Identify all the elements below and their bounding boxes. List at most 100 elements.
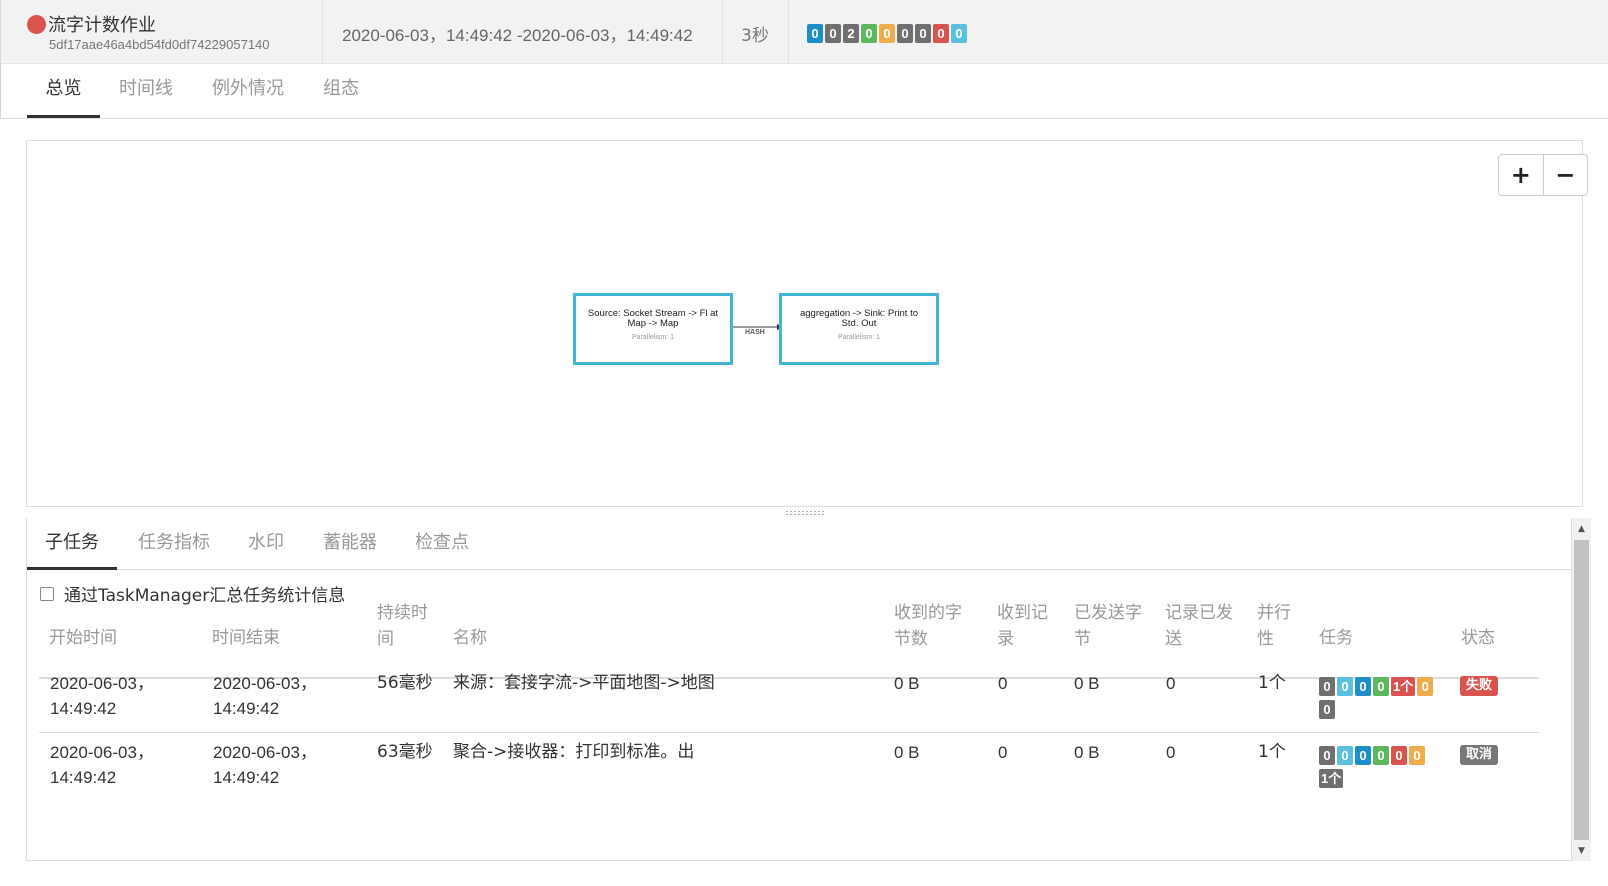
row1-status-badge: 失败 <box>1460 676 1499 696</box>
job-task-count-badge: 0 <box>807 24 823 43</box>
col-records-received: 收到记 录 <box>997 600 1048 652</box>
subtask-count-badge: 0 <box>1417 677 1434 696</box>
row2-end-date: 2020-06-03， <box>213 743 317 762</box>
col-parallelism: 并行 性 <box>1257 600 1291 652</box>
job-task-counts: 002000000 <box>807 24 967 43</box>
job-task-count-badge: 0 <box>951 24 967 43</box>
graph-node-aggregation[interactable]: aggregation -> Sink: Print to Std. Out P… <box>779 293 939 365</box>
job-name-cell: 流字计数作业 5df17aae46a4bd54fd0df74229057140 <box>1 0 323 64</box>
job-status-dot <box>27 15 46 34</box>
job-task-count-badge: 0 <box>825 24 841 43</box>
vertex-detail-panel: 子任务 任务指标 水印 蓄能器 检查点 通过TaskManager汇总任务统计信… <box>26 518 1573 861</box>
col-bytes-sent-line2: 节 <box>1074 629 1091 649</box>
col-bytes-received-line2: 节数 <box>894 629 928 649</box>
node-title: Source: Socket Stream -> Fl at Map -> Ma… <box>587 308 719 329</box>
col-duration-line2: 间 <box>377 629 394 649</box>
row1-start: 2020-06-03， 14:49:42 <box>50 671 154 721</box>
node-parallelism: Parallelism: 1 <box>631 334 674 341</box>
row1-start-time: 14:49:42 <box>50 699 117 718</box>
subtask-count-badge: 0 <box>1319 677 1335 696</box>
job-counts-cell: 002000000 <box>789 0 1608 64</box>
tab-accumulators[interactable]: 蓄能器 <box>315 518 385 570</box>
col-duration: 持续时 间 <box>377 600 428 652</box>
col-start-time: 开始时间 <box>49 628 117 648</box>
col-tasks: 任务 <box>1319 628 1353 648</box>
col-bytes-sent: 已发送字 节 <box>1074 600 1142 652</box>
row2-bytes-received: 0 B <box>894 743 920 762</box>
col-records-received-line2: 录 <box>997 629 1014 649</box>
col-duration-line1: 持续时 <box>377 603 428 623</box>
row1-task-counts: 0 0 0 0 1个 0 0 <box>1319 677 1439 719</box>
row2-end: 2020-06-03， 14:49:42 <box>213 740 317 790</box>
aggregate-checkbox[interactable] <box>40 586 54 601</box>
row2-bytes-sent: 0 B <box>1074 743 1100 762</box>
subtask-count-badge: 1个 <box>1319 769 1344 788</box>
job-duration: 3秒 <box>741 26 769 46</box>
col-records-received-line1: 收到记 <box>997 603 1048 623</box>
tab-task-metrics[interactable]: 任务指标 <box>131 518 217 570</box>
graph-node-source[interactable]: Source: Socket Stream -> Fl at Map -> Ma… <box>573 293 733 365</box>
job-task-count-badge: 2 <box>843 24 859 43</box>
col-bytes-sent-line1: 已发送字 <box>1074 603 1142 623</box>
row2-status-badge: 取消 <box>1460 745 1499 765</box>
scroll-thumb[interactable] <box>1574 540 1589 840</box>
tab-configuration[interactable]: 组态 <box>313 64 369 118</box>
col-bytes-received-line1: 收到的字 <box>894 603 962 623</box>
subtask-count-badge: 0 <box>1355 677 1371 696</box>
subtask-count-badge: 0 <box>1319 746 1335 765</box>
job-task-count-badge: 0 <box>915 24 931 43</box>
col-parallelism-line2: 性 <box>1257 629 1274 649</box>
col-status: 状态 <box>1461 628 1495 648</box>
row2-task-counts: 0 0 0 0 0 0 1个 <box>1319 746 1439 788</box>
node-title: aggregation -> Sink: Print to Std. Out <box>799 308 919 329</box>
subtask-count-badge: 0 <box>1337 677 1353 696</box>
row2-start-date: 2020-06-03， <box>50 743 154 762</box>
subtask-count-badge: 1个 <box>1391 677 1416 696</box>
row1-end-time: 14:49:42 <box>213 699 280 718</box>
tab-exceptions[interactable]: 例外情况 <box>201 64 295 118</box>
col-end-time: 时间结束 <box>212 628 280 648</box>
job-graph[interactable]: + − Source: Socket Stream -> Fl at Map -… <box>26 140 1588 507</box>
row2-records-sent: 0 <box>1166 743 1176 762</box>
subtask-count-badge: 0 <box>1319 700 1335 719</box>
detail-tabs: 子任务 任务指标 水印 蓄能器 检查点 <box>27 518 1573 570</box>
job-time-range: 2020-06-03，14:49:42 -2020-06-03，14:49:42 <box>342 26 693 45</box>
job-task-count-badge: 0 <box>933 24 949 43</box>
graph-edge-label: HASH <box>745 329 765 336</box>
zoom-out-button[interactable]: − <box>1542 155 1588 195</box>
row2-records-received: 0 <box>998 743 1008 762</box>
row2-start-time: 14:49:42 <box>50 768 117 787</box>
row2-name[interactable]: 聚合->接收器：打印到标准。出 <box>453 740 694 765</box>
row1-name[interactable]: 来源：套接字流->平面地图->地图 <box>453 671 715 696</box>
tab-overview[interactable]: 总览 <box>27 64 100 118</box>
job-task-count-badge: 0 <box>897 24 913 43</box>
col-records-sent-line2: 送 <box>1165 629 1182 649</box>
row1-parallelism: 1个 <box>1258 673 1286 693</box>
row1-records-sent: 0 <box>1166 674 1176 693</box>
scroll-down-arrow-icon[interactable]: ▼ <box>1572 842 1591 859</box>
node-parallelism: Parallelism: 1 <box>837 334 880 341</box>
row1-records-received: 0 <box>998 674 1008 693</box>
row1-end: 2020-06-03， 14:49:42 <box>213 671 317 721</box>
zoom-in-button[interactable]: + <box>1499 155 1543 195</box>
row2-parallelism: 1个 <box>1258 742 1286 762</box>
job-duration-cell: 3秒 <box>723 0 789 64</box>
job-time-cell: 2020-06-03，14:49:42 -2020-06-03，14:49:42 <box>323 0 723 64</box>
row1-end-date: 2020-06-03， <box>213 674 317 693</box>
tab-checkpoints[interactable]: 检查点 <box>407 518 477 570</box>
subtask-count-badge: 0 <box>1373 746 1389 765</box>
panel-scrollbar[interactable]: ▲ ▼ <box>1572 518 1591 861</box>
subtask-count-badge: 0 <box>1391 746 1407 765</box>
resize-handle[interactable] <box>785 510 825 516</box>
tab-timeline[interactable]: 时间线 <box>109 64 183 118</box>
aggregate-by-taskmanager: 通过TaskManager汇总任务统计信息 <box>40 581 345 606</box>
row1-bytes-received: 0 B <box>894 674 920 693</box>
row2-start: 2020-06-03， 14:49:42 <box>50 740 154 790</box>
row2-duration: 63毫秒 <box>377 742 433 762</box>
scroll-up-arrow-icon[interactable]: ▲ <box>1572 520 1591 537</box>
aggregate-checkbox-label: 通过TaskManager汇总任务统计信息 <box>64 586 346 606</box>
job-header: 流字计数作业 5df17aae46a4bd54fd0df74229057140 … <box>0 0 1608 64</box>
subtask-count-badge: 0 <box>1409 746 1425 765</box>
tab-subtasks[interactable]: 子任务 <box>27 518 117 570</box>
tab-watermarks[interactable]: 水印 <box>239 518 293 570</box>
